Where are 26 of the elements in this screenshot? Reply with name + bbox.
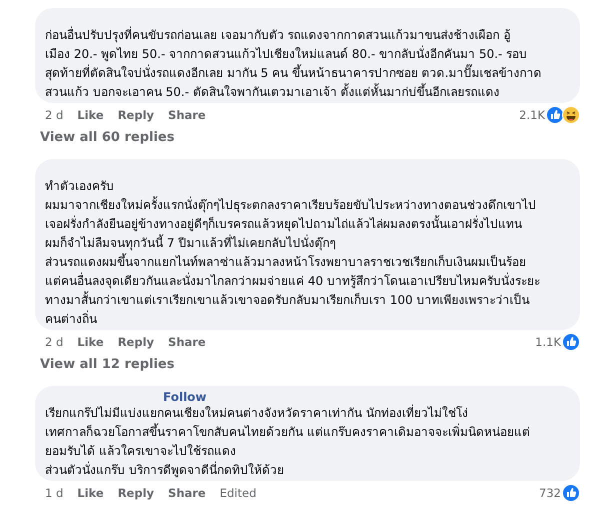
action-link[interactable]: Like xyxy=(77,108,104,122)
thumbs-up-icon xyxy=(562,484,580,502)
comment-text: เรียกแกร๊ปไม่มีแบ่งแยกคนเชียงใหม่คนต่างจังหวัดราคาเท่ากัน นักท่องเที่ยวไม่ใช่โง่ เทศกาลก็ฉวยโอกาสขึ้นราคาโขกสับคนไทยด้วยกัน แต่แกร๊บคงราคาเดิมอาจจะเพิ่มนิดหน่อยแต่ ยอมรับได้ แล้วใครเขาจะไปใช้รถแดง ส่วนตัวนั่งแกร๊บ บริการดีพูดจาดีนี่กดทิปให้ด้วย xyxy=(45,404,531,480)
action-link[interactable]: Reply xyxy=(118,335,154,349)
comment-time: 2 d xyxy=(45,108,64,122)
action-link[interactable]: Share xyxy=(168,335,206,349)
thumbs-up-icon xyxy=(562,333,580,351)
comment-text: ก่อนอื่นปรับปรุงที่คนขับรถก่อนเลย เจอมากับตัว รถแดงจากกาดสวนแก้วมาขนส่งช้างเผือก อู้ เมือง 20.- พูดไทย 50.- จากกาดสวนแก้วไปเชียงใหม่แลนด์ 80.- ขากลับนั่งอีกคันมา 50.- รอบ สุดท้ายที่ตัดสินใจบ่นั่งรถแดงอีกเลย มากัน 5 คน ขึ้นหน้าธนาคารปากซอย ตวด.มาปั๊มเชลข้างกาด สวนแก้ว บอกจะเอาคน 50.- ตัดสินใจพากันเตวมาเอาเจ้า ตั้งแต่หั้นมาก่บ่ขึ้นอีกเลยรถแดง xyxy=(45,26,543,101)
comment-time: 2 d xyxy=(45,335,64,349)
reaction-count: 732 xyxy=(539,486,561,500)
comment-time: 1 d xyxy=(45,486,64,500)
view-replies-link[interactable]: View all 12 replies xyxy=(35,354,580,376)
reaction-count: 2.1K xyxy=(519,108,545,122)
reaction-count: 1.1K xyxy=(535,335,561,349)
action-link[interactable]: Share xyxy=(168,486,206,500)
action-link[interactable]: Share xyxy=(168,108,206,122)
edited-label: Edited xyxy=(220,486,256,500)
comment-text: ทำตัวเองครับ ผมมาจากเชียงใหม่ครั้งแรกนั่งตุ๊กๆไปธุระตกลงราคาเรียบร้อยขับไประหว่างทางตอนช่วงดึกเขาไป เจอฝรั่งกำลังยืนอยู่ข้างทางอยู่ดีๆก็เบรครถแล้วหยุดไปถามไถ่แล้วไล่ผมลงตรงนั้นเอาฝรั่งไปแทน ผมก็จำไม่ลืมจนทุกวันนี้ 7 ปีมาแล้วที่ไม่เคยกลับไปนั่งตุ๊กๆ ส่วนรถแดงผมขึ้นจากแยกไนท์พลาซ่าแล้วมาลงหน้าโรงพยาบาลราชเวชเรียกเก็บเงินผมเป็นร้อย แต่คนอื่นลงจุดเดียวกันและนั่งมาไกลกว่าผมจ่ายแค่ 40 บาทรู้สึกว่าโดนเอาเปรียบไหมครับนั่งระยะ ทางมาสั้นกว่าเขาแต่เราเรียกเขาแล้วเขาจอดรับกลับมาเรียกเก็บเรา 100 บาทเพียงเพราะว่าเป็น คนต่างถิ่น xyxy=(45,178,541,328)
laughing-face-icon xyxy=(562,106,580,124)
follow-link[interactable]: Follow xyxy=(163,390,207,404)
action-link[interactable]: Like xyxy=(77,335,104,349)
action-link[interactable]: Reply xyxy=(118,108,154,122)
view-replies-link[interactable]: View all 60 replies xyxy=(35,127,580,149)
action-link[interactable]: Like xyxy=(77,486,104,500)
action-link[interactable]: Reply xyxy=(118,486,154,500)
thumbs-up-icon xyxy=(546,106,564,124)
